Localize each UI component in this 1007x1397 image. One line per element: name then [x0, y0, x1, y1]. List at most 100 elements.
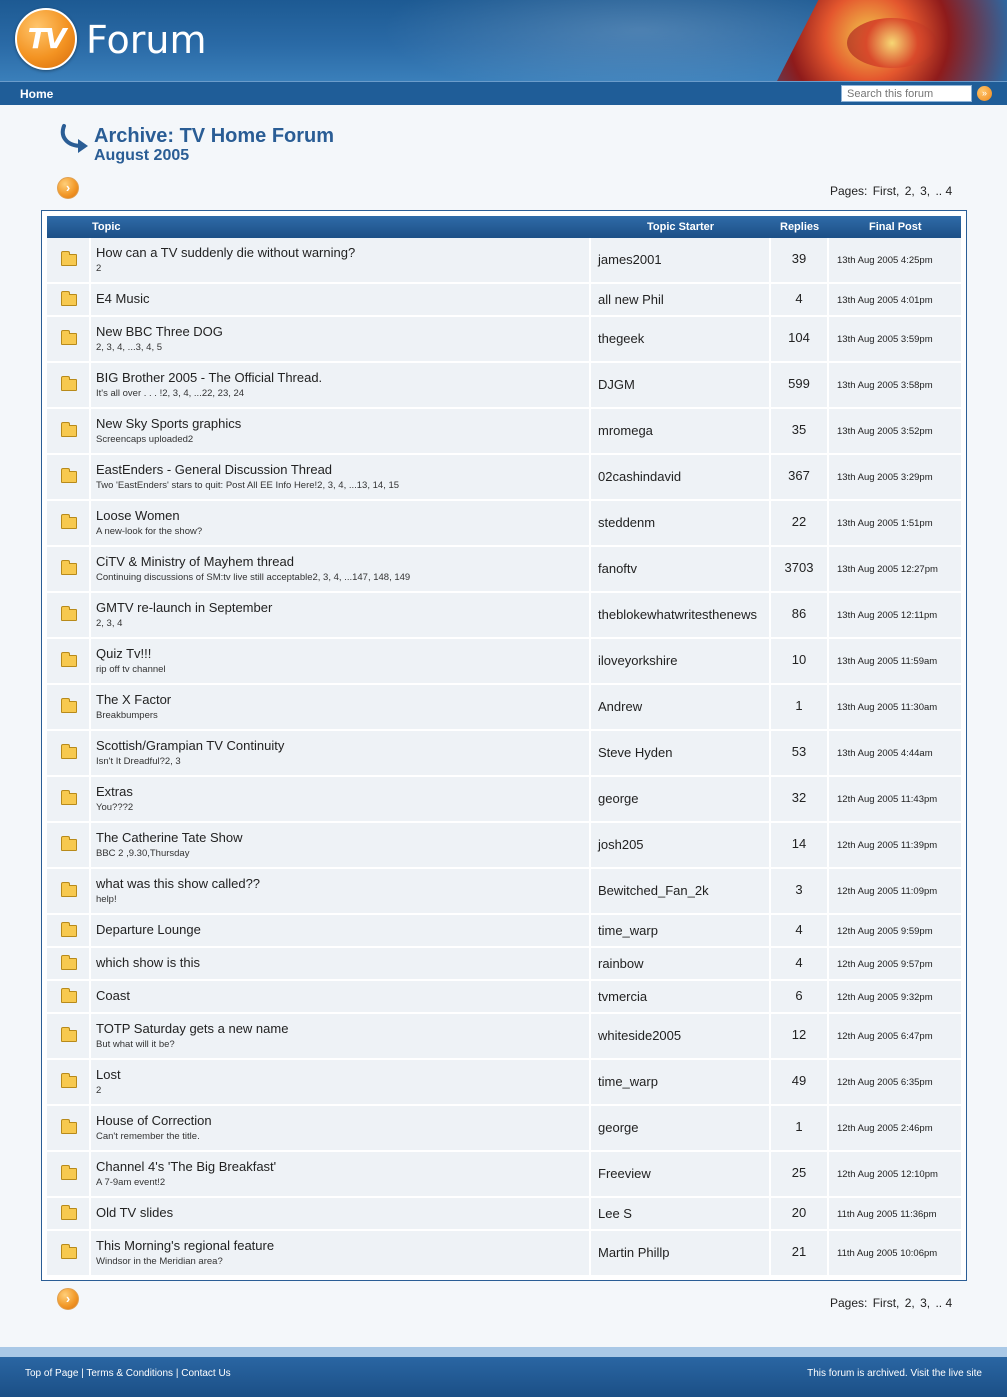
final-post-link[interactable]: 12th Aug 2005 6:47pm: [837, 1031, 933, 1042]
topic-starter-link[interactable]: theblokewhatwritesthenews: [598, 607, 757, 622]
topic-title-link[interactable]: Departure Lounge: [96, 922, 201, 937]
next-page-arrow-icon-bottom[interactable]: ›: [57, 1288, 79, 1310]
topic-starter-link[interactable]: iloveyorkshire: [598, 653, 677, 668]
final-post-link[interactable]: 13th Aug 2005 4:44am: [837, 748, 933, 759]
footer-archived-note[interactable]: This forum is archived. Visit the live s…: [807, 1368, 982, 1379]
header-topic-starter[interactable]: Topic Starter: [647, 221, 714, 233]
topic-title-link[interactable]: Coast: [96, 988, 130, 1003]
topic-title-link[interactable]: what was this show called??: [96, 876, 260, 891]
table-row[interactable]: Quiz Tv!!! rip off tv channel iloveyorkshi…: [47, 639, 961, 683]
search-input[interactable]: [841, 85, 972, 102]
topic-title-link[interactable]: which show is this: [96, 955, 200, 970]
next-page-arrow-icon[interactable]: ›: [57, 177, 79, 199]
topic-title-link[interactable]: New BBC Three DOG: [96, 324, 223, 339]
topic-title-link[interactable]: Old TV slides: [96, 1205, 173, 1220]
table-row[interactable]: Scottish/Grampian TV Continuity Isn't It …: [47, 731, 961, 775]
topic-starter-link[interactable]: DJGM: [598, 377, 635, 392]
site-title[interactable]: Forum: [86, 18, 206, 62]
final-post-link[interactable]: 12th Aug 2005 6:35pm: [837, 1077, 933, 1088]
table-row[interactable]: BIG Brother 2005 - The Official Thread. I…: [47, 363, 961, 407]
topic-starter-link[interactable]: james2001: [598, 252, 662, 267]
final-post-link[interactable]: 12th Aug 2005 12:10pm: [837, 1169, 938, 1180]
page-link-4[interactable]: .. 4: [935, 184, 952, 198]
topic-starter-link[interactable]: whiteside2005: [598, 1028, 681, 1043]
topic-title-link[interactable]: Lost: [96, 1067, 121, 1082]
topic-title-link[interactable]: CiTV & Ministry of Mayhem thread: [96, 554, 294, 569]
final-post-link[interactable]: 13th Aug 2005 12:27pm: [837, 564, 938, 575]
table-row[interactable]: EastEnders - General Discussion Thread Tw…: [47, 455, 961, 499]
table-row[interactable]: Channel 4's 'The Big Breakfast' A 7-9am e…: [47, 1152, 961, 1196]
topic-title-link[interactable]: This Morning's regional feature: [96, 1238, 274, 1253]
final-post-link[interactable]: 13th Aug 2005 11:59am: [837, 656, 937, 667]
topic-starter-link[interactable]: fanoftv: [598, 561, 637, 576]
footer-top-of-page-link[interactable]: Top of Page: [25, 1368, 78, 1379]
topic-title-link[interactable]: House of Correction: [96, 1113, 212, 1128]
topic-title-link[interactable]: The X Factor: [96, 692, 171, 707]
topic-starter-link[interactable]: Lee S: [598, 1206, 632, 1221]
topic-title-link[interactable]: EastEnders - General Discussion Thread: [96, 462, 332, 477]
topic-title-link[interactable]: New Sky Sports graphics: [96, 416, 241, 431]
search-go-button[interactable]: »: [977, 86, 992, 101]
final-post-link[interactable]: 12th Aug 2005 9:57pm: [837, 959, 933, 970]
topic-starter-link[interactable]: josh205: [598, 837, 644, 852]
topic-title-link[interactable]: E4 Music: [96, 291, 149, 306]
topic-starter-link[interactable]: Steve Hyden: [598, 745, 672, 760]
table-row[interactable]: House of Correction Can't remember the ti…: [47, 1106, 961, 1150]
table-row[interactable]: TOTP Saturday gets a new name But what wi…: [47, 1014, 961, 1058]
topic-title-link[interactable]: GMTV re-launch in September: [96, 600, 272, 615]
topic-title-link[interactable]: Channel 4's 'The Big Breakfast': [96, 1159, 276, 1174]
final-post-link[interactable]: 11th Aug 2005 11:36pm: [837, 1209, 936, 1220]
topic-title-link[interactable]: Loose Women: [96, 508, 180, 523]
header-final-post[interactable]: Final Post: [869, 221, 922, 233]
final-post-link[interactable]: 13th Aug 2005 4:25pm: [837, 255, 933, 266]
table-row[interactable]: The Catherine Tate Show BBC 2 ,9.30,Thurs…: [47, 823, 961, 867]
table-row[interactable]: CiTV & Ministry of Mayhem thread Continui…: [47, 547, 961, 591]
topic-starter-link[interactable]: Bewitched_Fan_2k: [598, 883, 709, 898]
table-row[interactable]: Coast tvmercia 6 12th Aug 2005 9:32pm: [47, 981, 961, 1012]
topic-starter-link[interactable]: thegeek: [598, 331, 644, 346]
page-link-2[interactable]: 2,: [905, 1296, 915, 1310]
nav-home-link[interactable]: Home: [20, 87, 53, 101]
table-row[interactable]: The X Factor Breakbumpers Andrew 1 13th Aug …: [47, 685, 961, 729]
topic-title-link[interactable]: BIG Brother 2005 - The Official Thread.: [96, 370, 322, 385]
page-link-first[interactable]: First,: [873, 1296, 900, 1310]
header-topic[interactable]: Topic: [92, 221, 121, 233]
final-post-link[interactable]: 12th Aug 2005 9:59pm: [837, 926, 933, 937]
topic-starter-link[interactable]: Martin Phillp: [598, 1245, 670, 1260]
topic-starter-link[interactable]: time_warp: [598, 923, 658, 938]
page-link-4[interactable]: .. 4: [935, 1296, 952, 1310]
table-row[interactable]: Extras You???2 george 32 12th Aug 2005 11:43…: [47, 777, 961, 821]
final-post-link[interactable]: 13th Aug 2005 4:01pm: [837, 295, 933, 306]
topic-title-link[interactable]: Scottish/Grampian TV Continuity: [96, 738, 284, 753]
topic-starter-link[interactable]: rainbow: [598, 956, 644, 971]
topic-starter-link[interactable]: tvmercia: [598, 989, 647, 1004]
page-link-3[interactable]: 3,: [920, 184, 930, 198]
final-post-link[interactable]: 12th Aug 2005 11:43pm: [837, 794, 937, 805]
footer-contact-link[interactable]: Contact Us: [181, 1368, 230, 1379]
topic-starter-link[interactable]: steddenm: [598, 515, 655, 530]
page-link-2[interactable]: 2,: [905, 184, 915, 198]
footer-terms-link[interactable]: Terms & Conditions: [86, 1368, 173, 1379]
final-post-link[interactable]: 12th Aug 2005 9:32pm: [837, 992, 933, 1003]
topic-title-link[interactable]: TOTP Saturday gets a new name: [96, 1021, 288, 1036]
topic-starter-link[interactable]: george: [598, 1120, 638, 1135]
final-post-link[interactable]: 12th Aug 2005 11:39pm: [837, 840, 937, 851]
topic-starter-link[interactable]: time_warp: [598, 1074, 658, 1089]
topic-starter-link[interactable]: all new Phil: [598, 292, 664, 307]
table-row[interactable]: which show is this rainbow 4 12th Aug 2005 …: [47, 948, 961, 979]
table-row[interactable]: Lost 2 time_warp 49 12th Aug 2005 6:35pm: [47, 1060, 961, 1104]
header-replies[interactable]: Replies: [780, 221, 819, 233]
final-post-link[interactable]: 13th Aug 2005 3:58pm: [837, 380, 933, 391]
table-row[interactable]: GMTV re-launch in September 2, 3, 4 theblo…: [47, 593, 961, 637]
topic-title-link[interactable]: The Catherine Tate Show: [96, 830, 242, 845]
topic-starter-link[interactable]: Andrew: [598, 699, 642, 714]
final-post-link[interactable]: 13th Aug 2005 1:51pm: [837, 518, 933, 529]
page-link-3[interactable]: 3,: [920, 1296, 930, 1310]
topic-title-link[interactable]: How can a TV suddenly die without warnin…: [96, 245, 355, 260]
final-post-link[interactable]: 13th Aug 2005 3:29pm: [837, 472, 933, 483]
table-row[interactable]: This Morning's regional feature Windsor i…: [47, 1231, 961, 1275]
topic-starter-link[interactable]: Freeview: [598, 1166, 651, 1181]
final-post-link[interactable]: 13th Aug 2005 11:30am: [837, 702, 937, 713]
final-post-link[interactable]: 12th Aug 2005 11:09pm: [837, 886, 937, 897]
table-row[interactable]: New Sky Sports graphics Screencaps upload…: [47, 409, 961, 453]
